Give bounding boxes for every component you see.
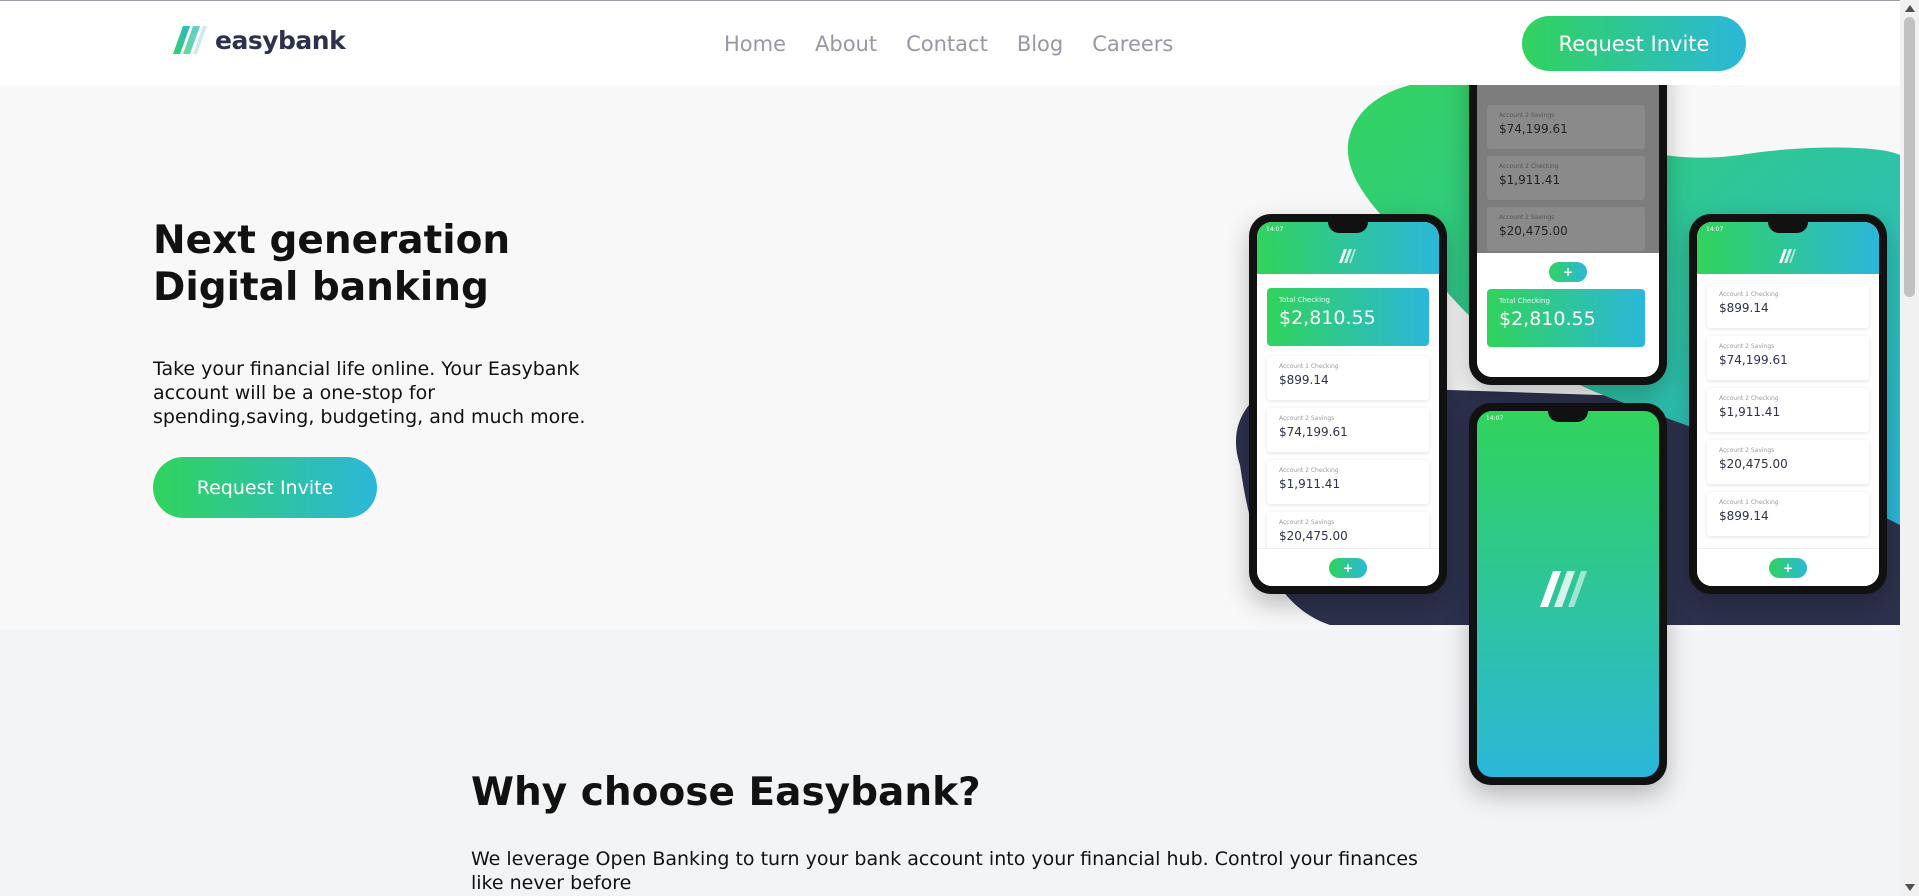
scrollbar-thumb[interactable] <box>1904 17 1915 297</box>
list-item: Account 1 Checking $899.14 <box>1707 284 1869 328</box>
app-logo-icon <box>1779 248 1797 267</box>
phone-bottom-screen: 14:07 <box>1477 411 1659 777</box>
nav-contact[interactable]: Contact <box>906 30 988 58</box>
add-fab-icon: + <box>1329 558 1367 578</box>
nav-blog[interactable]: Blog <box>1017 30 1063 58</box>
phone-left-screen: 14:07 Total Checking $2,810.55 Account 1… <box>1257 222 1439 586</box>
total-checking-card: Total Checking $2,810.55 <box>1267 288 1429 346</box>
why-description: We leverage Open Banking to turn your ba… <box>471 848 1418 894</box>
add-fab-icon: + <box>1549 262 1587 282</box>
logo[interactable]: easybank <box>173 25 346 55</box>
list-item: Account 1 Checking $899.14 <box>1707 492 1869 536</box>
request-invite-button-header[interactable]: Request Invite <box>1522 16 1746 71</box>
phone-right-screen: 14:07 Account 1 Checking $899.14 Account … <box>1697 222 1879 586</box>
list-item: Account 2 Checking $1,911.41 <box>1487 156 1645 200</box>
site-header: easybank Home About Contact Blog Careers… <box>0 1 1900 85</box>
phone-top: Account 2 Savings $74,199.61 Account 2 C… <box>1469 85 1667 385</box>
nav-careers[interactable]: Careers <box>1092 30 1173 58</box>
add-fab-icon: + <box>1769 558 1807 578</box>
total-checking-card: Total Checking $2,810.55 <box>1487 289 1645 347</box>
list-item: Account 1 Checking $899.14 <box>1267 356 1429 400</box>
main-nav: Home About Contact Blog Careers <box>724 30 1202 58</box>
hero-title-line1: Next generation <box>153 218 511 263</box>
hero-description: Take your financial life online. Your Ea… <box>153 358 586 428</box>
why-title: Why choose Easybank? <box>471 770 981 815</box>
phone-top-screen: Account 2 Savings $74,199.61 Account 2 C… <box>1477 85 1659 377</box>
logo-icon <box>173 26 211 54</box>
hero-title-line2: Digital banking <box>153 265 489 310</box>
request-invite-button-hero[interactable]: Request Invite <box>153 457 377 518</box>
list-item: Account 2 Checking $1,911.41 <box>1267 460 1429 504</box>
list-item: Account 2 Savings $74,199.61 <box>1487 105 1645 149</box>
phone-left: 14:07 Total Checking $2,810.55 Account 1… <box>1249 214 1447 594</box>
list-item: Account 2 Checking $1,911.41 <box>1707 388 1869 432</box>
list-item: Account 2 Savings $74,199.61 <box>1707 336 1869 380</box>
list-item: Account 2 Savings $20,475.00 <box>1487 207 1645 251</box>
hero-title: Next generation Digital banking <box>153 217 553 311</box>
scroll-down-arrow-icon[interactable] <box>1905 884 1915 891</box>
list-item: Account 2 Savings $74,199.61 <box>1267 408 1429 452</box>
phone-bottom: 14:07 <box>1469 403 1667 785</box>
splash-logo-icon <box>1540 571 1596 611</box>
nav-home[interactable]: Home <box>724 30 786 58</box>
nav-about[interactable]: About <box>815 30 877 58</box>
scroll-up-arrow-icon[interactable] <box>1905 5 1915 12</box>
page-scrollbar[interactable] <box>1900 0 1919 896</box>
logo-text: easybank <box>215 25 346 55</box>
phone-right: 14:07 Account 1 Checking $899.14 Account … <box>1689 214 1887 594</box>
list-item: Account 2 Savings $20,475.00 <box>1707 440 1869 484</box>
app-logo-icon <box>1339 248 1357 267</box>
